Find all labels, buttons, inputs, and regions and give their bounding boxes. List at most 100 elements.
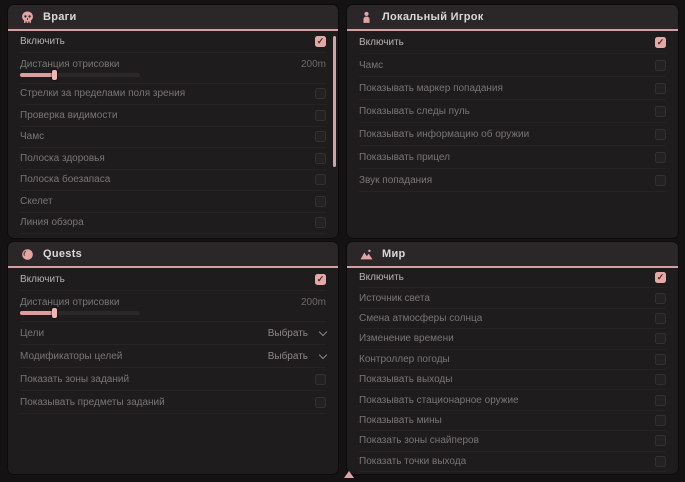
row-label: Включить [359, 37, 404, 48]
checkbox[interactable] [315, 153, 326, 164]
slider[interactable] [20, 73, 140, 77]
row-label: Показывать мины [359, 415, 442, 426]
row-label: Показать точки выхода [359, 456, 466, 467]
panel-world-header: Мир [347, 242, 678, 268]
checkbox[interactable] [315, 88, 326, 99]
panel-local-player-body: Включить✓ЧамсПоказывать маркер попадания… [347, 31, 678, 238]
row-label: Стрелки за пределами поля зрения [20, 88, 185, 99]
checkbox[interactable] [655, 175, 666, 186]
checkbox[interactable] [655, 313, 666, 324]
settings-row: Показывать следы пуль [359, 100, 666, 123]
settings-row: Стрелки за пределами поля зрения [20, 84, 326, 106]
settings-row: Полоска боезапаса [20, 170, 326, 192]
row-label: Смена атмосферы солнца [359, 313, 482, 324]
panel-local-player-header: Локальный Игрок [347, 5, 678, 31]
dropdown[interactable]: Выбрать [268, 351, 326, 362]
checkbox[interactable] [655, 456, 666, 467]
mountain-icon [360, 248, 373, 261]
dropdown[interactable]: Выбрать [268, 328, 326, 339]
checkbox[interactable] [655, 106, 666, 117]
checkbox[interactable] [655, 129, 666, 140]
settings-row: Скелет [20, 191, 326, 213]
settings-row: Включить✓ [20, 268, 326, 291]
row-label: Показывать следы пуль [359, 106, 470, 117]
checkbox[interactable] [655, 354, 666, 365]
slider-value: 200m [301, 297, 326, 308]
row-label: Показать зоны снайперов [359, 435, 479, 446]
cursor-triangle [344, 471, 354, 478]
checkbox[interactable] [655, 435, 666, 446]
checkbox-checked[interactable]: ✓ [315, 36, 326, 47]
slider-thumb[interactable] [52, 70, 57, 80]
settings-row: Источник света [359, 288, 666, 308]
row-label: Показывать выходы [359, 374, 452, 385]
row-label: Линия обзора [20, 217, 84, 228]
settings-row: Включить✓ [359, 268, 666, 288]
panel-title: Локальный Игрок [382, 11, 484, 23]
row-label: Полоска здоровья [20, 153, 105, 164]
checkbox[interactable] [655, 333, 666, 344]
panel-enemies-header: Враги [8, 5, 338, 31]
settings-row: Контроллер погоды [359, 350, 666, 370]
slider-row-header: Дистанция отрисовки200m [20, 297, 326, 308]
checkbox[interactable] [315, 110, 326, 121]
panel-quests-body: Включить✓Дистанция отрисовки200mЦелиВыбр… [8, 268, 338, 474]
row-label: Изменение времени [359, 333, 454, 344]
settings-row: Показывать следы пуль [20, 234, 326, 238]
panel-world: Мир Включить✓ Источник света Смена атмосфе… [347, 242, 678, 474]
checkbox[interactable] [655, 293, 666, 304]
checkbox[interactable] [655, 415, 666, 426]
checkbox-checked[interactable]: ✓ [655, 272, 666, 283]
row-label: Дистанция отрисовки [20, 59, 119, 70]
settings-row: Показывать прицел [359, 146, 666, 169]
chevron-down-icon [319, 327, 327, 335]
checkbox[interactable] [315, 196, 326, 207]
checkbox[interactable] [655, 374, 666, 385]
panel-world-body: Включить✓ Источник света Смена атмосферы с… [347, 268, 678, 474]
row-label: Контроллер погоды [359, 354, 450, 365]
checkbox[interactable] [655, 395, 666, 406]
checkbox[interactable] [315, 217, 326, 228]
settings-row: Чамс [359, 54, 666, 77]
row-label: Чамс [359, 60, 383, 71]
settings-grid: Враги Включить ✓ Дистанция отрисовки 200m Ст… [0, 0, 685, 474]
slider-value: 200m [301, 59, 326, 70]
row-label: Показывать прицел [359, 152, 450, 163]
checkbox[interactable] [315, 397, 326, 408]
row-label: Модификаторы целей [20, 351, 122, 362]
settings-row: Включить ✓ [359, 31, 666, 54]
slider[interactable] [20, 311, 140, 315]
settings-row: Показывать мины [359, 411, 666, 431]
checkbox-checked[interactable]: ✓ [315, 274, 326, 285]
dropdown-value: Выбрать [268, 328, 308, 339]
settings-row: Модификаторы целей Выбрать [20, 345, 326, 368]
scrollbar[interactable] [333, 36, 336, 167]
row-label: Чамс [20, 131, 44, 142]
row-label: Включить [20, 36, 65, 47]
row-label: Скелет [20, 196, 53, 207]
panel-title: Quests [43, 248, 82, 260]
row-label: Показывать стационарное оружие [359, 395, 519, 406]
slider-thumb[interactable] [52, 308, 57, 318]
slider-fill [20, 311, 54, 315]
slider-row-header: Дистанция отрисовки 200m [20, 59, 326, 70]
settings-row: Полоска здоровья [20, 148, 326, 170]
settings-row: Звук попадания [359, 169, 666, 192]
panel-quests-header: Quests [8, 242, 338, 268]
panel-title: Враги [43, 11, 77, 23]
row-label: Источник света [359, 293, 430, 304]
settings-row: Показывать выходы [359, 370, 666, 390]
panel-enemies-body: Включить ✓ Дистанция отрисовки 200m Стрелки … [8, 31, 338, 238]
checkbox[interactable] [655, 152, 666, 163]
checkbox[interactable] [655, 60, 666, 71]
checkbox[interactable] [315, 131, 326, 142]
checkbox[interactable] [315, 174, 326, 185]
checkbox[interactable] [655, 83, 666, 94]
row-label: Звук попадания [359, 175, 432, 186]
settings-row: Включить ✓ [20, 31, 326, 53]
settings-row: Чамс [20, 127, 326, 149]
checkbox[interactable] [315, 374, 326, 385]
row-label: Проверка видимости [20, 110, 118, 121]
row-label: Показывать предметы заданий [20, 397, 165, 408]
checkbox-checked[interactable]: ✓ [655, 37, 666, 48]
